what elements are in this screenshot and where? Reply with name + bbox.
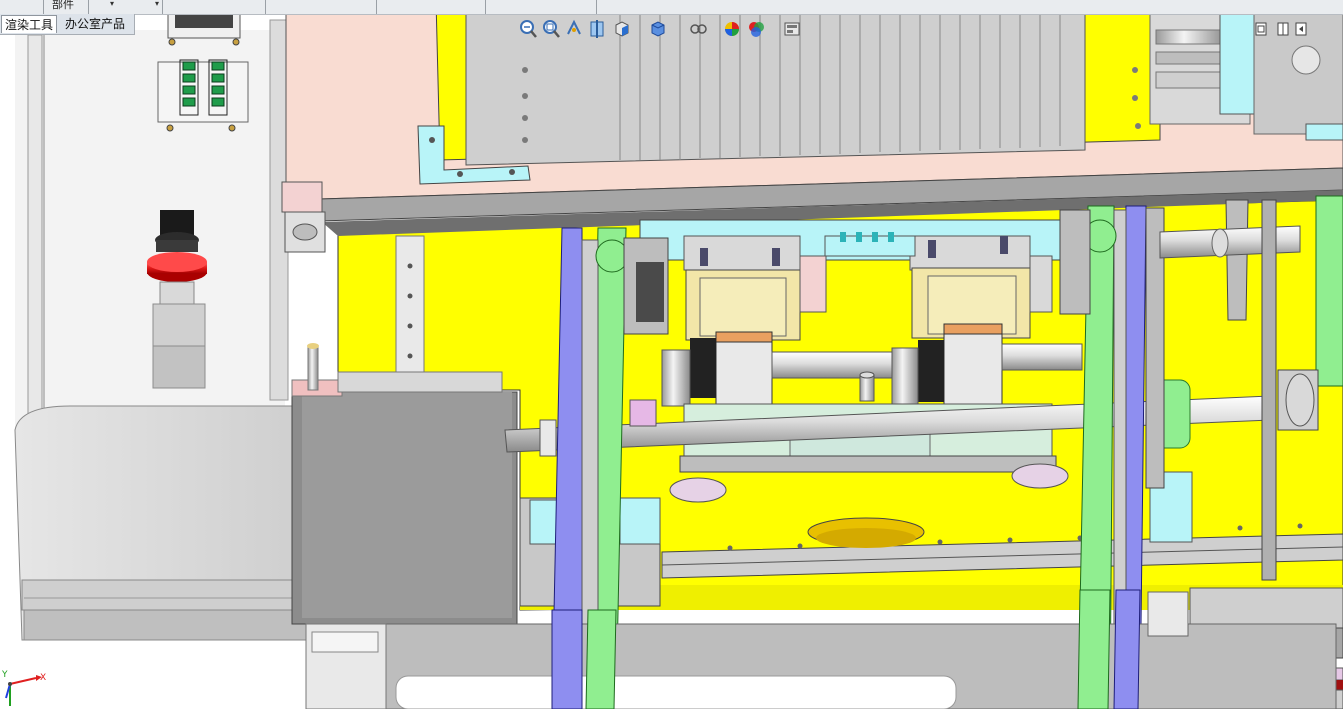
graphics-viewport[interactable] <box>0 0 1343 710</box>
restore-view-icon[interactable] <box>1254 20 1268 38</box>
menu-separator <box>88 0 89 14</box>
tab-office-products[interactable]: 办公室产品 <box>62 15 128 33</box>
heads-up-view-toolbar <box>516 18 816 42</box>
zoom-to-fit-icon[interactable] <box>518 18 538 40</box>
tile-view-icon[interactable] <box>1276 20 1290 38</box>
triad-x-label: X <box>40 673 46 683</box>
menu-separator <box>376 0 377 14</box>
expand-panel-icon[interactable] <box>1294 20 1308 38</box>
zoom-to-area-icon[interactable] <box>541 18 561 40</box>
menu-tab-parts[interactable]: 部件 <box>52 0 74 14</box>
cad-assembly-model[interactable] <box>0 0 1343 710</box>
apply-scene-icon[interactable] <box>746 18 766 40</box>
menu-separator <box>596 0 597 14</box>
menu-separator <box>162 0 163 14</box>
menu-separator <box>43 0 44 14</box>
view-orientation-icon[interactable] <box>612 18 632 40</box>
section-view-icon[interactable] <box>587 18 607 40</box>
reference-triad: X Y <box>0 666 54 709</box>
edit-appearance-icon[interactable] <box>722 18 742 40</box>
command-manager-tabs: 渲染工具 办公室产品 <box>0 14 135 35</box>
tab-render-tools[interactable]: 渲染工具 <box>1 15 58 33</box>
menu-separator <box>485 0 486 14</box>
chevron-down-icon[interactable]: ▾ <box>110 0 114 8</box>
display-style-icon[interactable] <box>648 18 668 40</box>
view-settings-icon[interactable] <box>782 18 802 40</box>
viewport-window-controls <box>1250 20 1308 42</box>
menu-separator <box>265 0 266 14</box>
hide-show-items-icon[interactable] <box>688 18 708 40</box>
triad-y-label: Y <box>1 670 8 680</box>
axis-triad-icon: X Y <box>1 670 46 706</box>
previous-view-icon[interactable] <box>564 18 584 40</box>
menu-bar: 部件 ▾ ▾ <box>0 0 1343 15</box>
chevron-down-icon[interactable]: ▾ <box>155 0 159 8</box>
